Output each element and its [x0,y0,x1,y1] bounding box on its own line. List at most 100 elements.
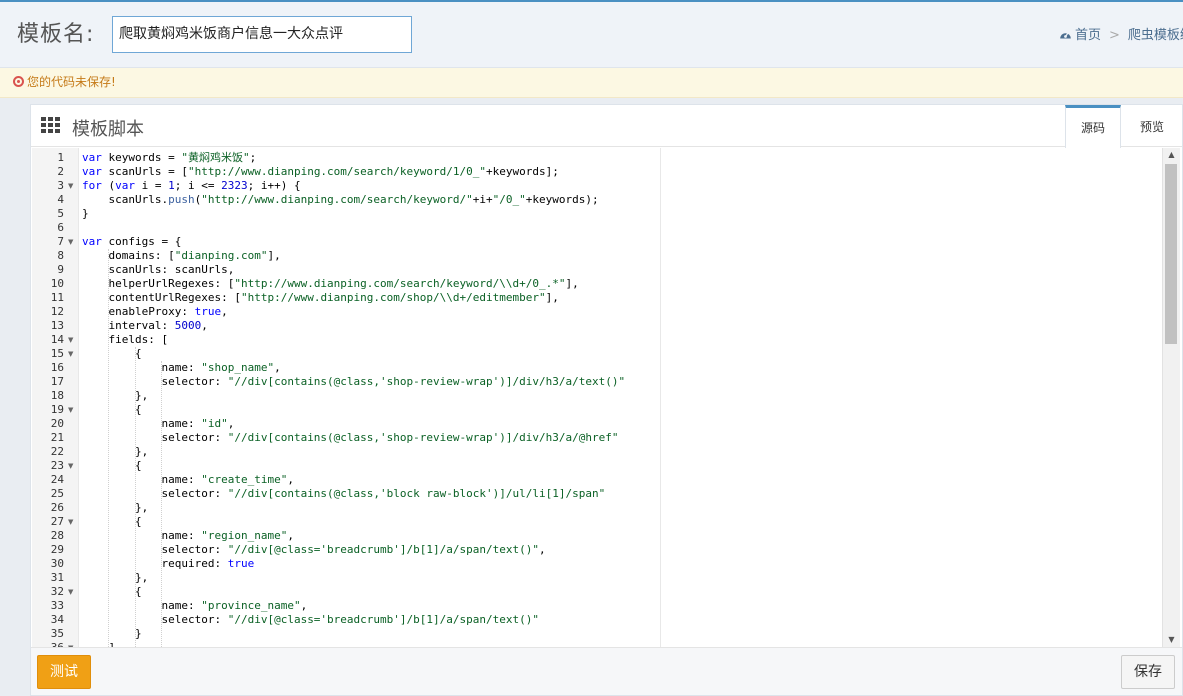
line-number: 19 [50,403,64,416]
line-number: 6 [57,221,64,234]
code-line: name: "shop_name", [161,361,281,374]
line-number: 1 [57,151,64,164]
code-content[interactable]: var keywords = "黄焖鸡米饭"; var scanUrls = ["… [82,148,1162,647]
tab-source[interactable]: 源码 [1065,105,1121,148]
code-line: for (var i = 1; i <= 2323; i++) { [82,179,301,192]
code-line: name: "province_name", [161,599,308,612]
code-line: }, [82,389,149,402]
save-button[interactable]: 保存 [1121,655,1175,689]
line-number: 32 [50,585,64,598]
fold-arrow-icon[interactable]: ▼ [68,403,73,417]
code-line: { [82,585,142,598]
breadcrumb-current[interactable]: 爬虫模板编 [1128,28,1183,43]
code-line: selector: "//div[contains(@class,'shop-r… [161,375,626,388]
warning-circle-icon [13,76,24,87]
line-number: 34 [50,613,64,626]
indent-guide [135,347,136,647]
breadcrumb-separator: > [1109,28,1120,43]
line-number: 24 [50,473,64,486]
breadcrumb-home-link[interactable]: 首页 [1075,28,1101,43]
script-panel: 模板脚本 源码 预览 1 2 3 ▼ 4 5 6 7 ▼ 8 9 10 11 12 13 14 ▼ 15 ▼ 16 17… [30,104,1183,696]
line-number: 8 [57,249,64,262]
code-line: interval: 5000, [108,319,208,332]
line-number: 10 [50,277,64,290]
panel-header: 模板脚本 源码 预览 [31,105,1182,148]
test-button[interactable]: 测试 [37,655,91,689]
code-line: { [82,459,142,472]
line-number: 13 [50,319,64,332]
code-line: } [82,207,89,220]
fold-arrow-icon[interactable]: ▼ [68,459,73,473]
page-header: 模板名: 爬取黄焖鸡米饭商户信息一大众点评 首页 > 爬虫模板编 [0,2,1183,68]
code-line: { [82,403,142,416]
code-line: } [82,627,142,640]
fold-arrow-icon[interactable]: ▼ [68,585,73,599]
code-line: selector: "//div[@class='breadcrumb']/b[… [161,543,546,556]
line-number: 9 [57,263,64,276]
unsaved-warning-bar: 您的代码未保存! [0,68,1183,98]
line-number: 21 [50,431,64,444]
dashboard-icon [1059,29,1072,44]
line-number: 27 [50,515,64,528]
print-margin [660,148,661,647]
code-line: name: "create_time", [161,473,294,486]
fold-arrow-icon[interactable]: ▼ [68,333,73,347]
code-line: enableProxy: true, [108,305,228,318]
tab-preview[interactable]: 预览 [1122,105,1182,147]
line-number: 18 [50,389,64,402]
panel-title: 模板脚本 [72,119,144,140]
code-line: { [82,347,142,360]
unsaved-warning-text: 您的代码未保存! [27,75,116,89]
fold-arrow-icon[interactable]: ▼ [68,235,73,249]
template-name-input[interactable]: 爬取黄焖鸡米饭商户信息一大众点评 [112,16,412,53]
line-number: 20 [50,417,64,430]
line-number-gutter: 1 2 3 ▼ 4 5 6 7 ▼ 8 9 10 11 12 13 14 ▼ 15 ▼ 16 17 18 19 ▼ 20 21 22… [32,148,79,647]
code-line: }, [82,501,149,514]
line-number: 23 [50,459,64,472]
code-line: var keywords = "黄焖鸡米饭"; [82,151,257,164]
line-number: 5 [57,207,64,220]
code-line: scanUrls.push("http://www.dianping.com/s… [108,193,599,206]
template-name-label: 模板名: [17,22,95,47]
code-line: name: "region_name", [161,529,294,542]
grid-icon [41,117,61,133]
code-line: var configs = { [82,235,182,248]
line-number: 33 [50,599,64,612]
line-number: 26 [50,501,64,514]
line-number: 16 [50,361,64,374]
scroll-up-arrow-icon[interactable]: ▲ [1163,148,1180,162]
fold-arrow-icon[interactable]: ▼ [68,347,73,361]
indent-guide [161,361,162,647]
line-number: 30 [50,557,64,570]
line-number: 12 [50,305,64,318]
fold-arrow-icon[interactable]: ▼ [68,515,73,529]
line-number: 28 [50,529,64,542]
code-line: scanUrls: scanUrls, [108,263,235,276]
code-line: { [82,515,142,528]
code-line: fields: [ [108,333,169,346]
code-line: contentUrlRegexes: ["http://www.dianping… [108,291,559,304]
code-line: domains: ["dianping.com"], [108,249,281,262]
scroll-down-arrow-icon[interactable]: ▼ [1163,633,1180,647]
code-line: }, [82,571,149,584]
code-editor[interactable]: 1 2 3 ▼ 4 5 6 7 ▼ 8 9 10 11 12 13 14 ▼ 15 ▼ 16 17 18 19 ▼ 20 21 22… [32,148,1180,647]
code-line: name: "id", [161,417,235,430]
code-line: helperUrlRegexes: ["http://www.dianping.… [108,277,579,290]
line-number: 3 [57,179,64,192]
code-line: }, [82,445,149,458]
line-number: 22 [50,445,64,458]
line-number: 14 [50,333,64,346]
line-number: 17 [50,375,64,388]
line-number: 15 [50,347,64,360]
line-number: 25 [50,487,64,500]
line-number: 11 [50,291,64,304]
panel-footer: 测试 保存 [31,647,1182,695]
line-number: 7 [57,235,64,248]
line-number: 29 [50,543,64,556]
breadcrumb: 首页 > 爬虫模板编 [1059,24,1183,44]
editor-scrollbar[interactable]: ▲ ▼ [1162,148,1180,647]
scrollbar-thumb[interactable] [1165,164,1177,344]
fold-arrow-icon[interactable]: ▼ [68,179,73,193]
line-number: 31 [50,571,64,584]
indent-guide [108,249,109,647]
